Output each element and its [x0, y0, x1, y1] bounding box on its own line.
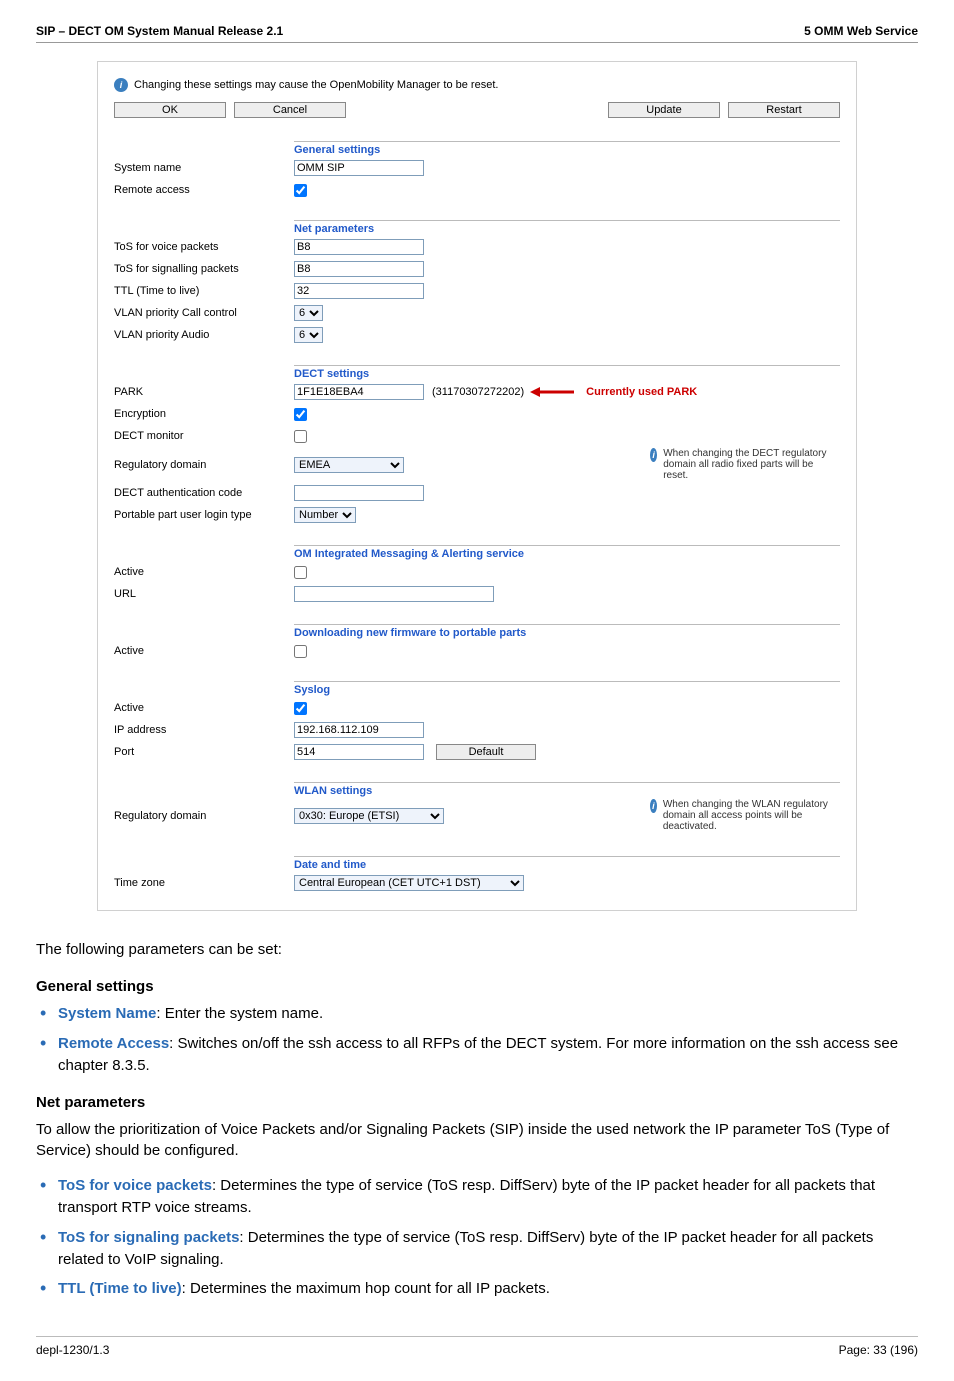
park-label: PARK [114, 386, 294, 398]
system-name-input[interactable] [294, 160, 424, 176]
park-readout: (31170307272202) [432, 386, 524, 398]
om-active-checkbox[interactable] [294, 566, 307, 579]
arrow-icon [530, 386, 574, 398]
om-url-input[interactable] [294, 586, 494, 602]
timezone-label: Time zone [114, 877, 294, 889]
header-right: 5 OMM Web Service [804, 24, 918, 38]
tos-sig-label: ToS for signalling packets [114, 263, 294, 275]
om-url-label: URL [114, 588, 294, 600]
park-input[interactable] [294, 384, 424, 400]
syslog-ip-label: IP address [114, 724, 294, 736]
fw-active-checkbox[interactable] [294, 645, 307, 658]
ttl-input[interactable] [294, 283, 424, 299]
header-left: SIP – DECT OM System Manual Release 2.1 [36, 24, 283, 38]
update-button[interactable]: Update [608, 102, 720, 118]
section-syslog: Syslog [294, 681, 840, 696]
vlan-call-label: VLAN priority Call control [114, 307, 294, 319]
section-general: General settings [294, 141, 840, 156]
settings-screenshot: i Changing these settings may cause the … [97, 61, 857, 911]
dect-monitor-checkbox[interactable] [294, 430, 307, 443]
dect-auth-label: DECT authentication code [114, 487, 294, 499]
system-name-label: System name [114, 162, 294, 174]
dect-regdom-select[interactable]: EMEA [294, 457, 404, 473]
dect-regdom-label: Regulatory domain [114, 459, 294, 471]
park-flag: Currently used PARK [586, 386, 697, 398]
info-icon: i [114, 78, 128, 92]
ok-button[interactable]: OK [114, 102, 226, 118]
tos-voice-input[interactable] [294, 239, 424, 255]
bullet-remote-access: Remote Access: Switches on/off the ssh a… [40, 1033, 918, 1077]
vlan-audio-label: VLAN priority Audio [114, 329, 294, 341]
info-icon: i [650, 448, 657, 462]
footer-right: Page: 33 (196) [839, 1343, 918, 1357]
dect-monitor-label: DECT monitor [114, 430, 294, 442]
bullet-tos-voice: ToS for voice packets: Determines the ty… [40, 1175, 918, 1219]
ttl-label: TTL (Time to live) [114, 285, 294, 297]
section-net: Net parameters [294, 220, 840, 235]
section-firmware: Downloading new firmware to portable par… [294, 624, 840, 639]
dect-auth-input[interactable] [294, 485, 424, 501]
login-type-select[interactable]: Number [294, 507, 356, 523]
bullet-ttl: TTL (Time to live): Determines the maxim… [40, 1278, 918, 1300]
remote-access-checkbox[interactable] [294, 184, 307, 197]
vlan-call-select[interactable]: 6 [294, 305, 323, 321]
cancel-button[interactable]: Cancel [234, 102, 346, 118]
syslog-default-button[interactable]: Default [436, 744, 536, 760]
section-om-messaging: OM Integrated Messaging & Alerting servi… [294, 545, 840, 560]
bullet-system-name: System Name: Enter the system name. [40, 1003, 918, 1025]
encryption-checkbox[interactable] [294, 408, 307, 421]
restart-button[interactable]: Restart [728, 102, 840, 118]
syslog-active-checkbox[interactable] [294, 702, 307, 715]
encryption-label: Encryption [114, 408, 294, 420]
tos-voice-label: ToS for voice packets [114, 241, 294, 253]
wlan-regdom-select[interactable]: 0x30: Europe (ETSI) [294, 808, 444, 824]
syslog-port-label: Port [114, 746, 294, 758]
wlan-regdom-note: When changing the WLAN regulatory domain… [663, 799, 840, 832]
remote-access-label: Remote access [114, 184, 294, 196]
login-type-label: Portable part user login type [114, 509, 294, 521]
vlan-audio-select[interactable]: 6 [294, 327, 323, 343]
general-settings-head: General settings [36, 978, 918, 995]
wlan-regdom-label: Regulatory domain [114, 810, 294, 822]
timezone-select[interactable]: Central European (CET UTC+1 DST) [294, 875, 524, 891]
info-text: Changing these settings may cause the Op… [134, 79, 498, 91]
info-icon: i [650, 799, 657, 813]
intro-text: The following parameters can be set: [36, 939, 918, 960]
syslog-port-input[interactable] [294, 744, 424, 760]
section-dect: DECT settings [294, 365, 840, 380]
net-parameters-para: To allow the prioritization of Voice Pac… [36, 1119, 918, 1161]
section-datetime: Date and time [294, 856, 840, 871]
section-wlan: WLAN settings [294, 782, 840, 797]
syslog-active-label: Active [114, 702, 294, 714]
net-parameters-head: Net parameters [36, 1094, 918, 1111]
om-active-label: Active [114, 566, 294, 578]
bullet-tos-signaling: ToS for signaling packets: Determines th… [40, 1227, 918, 1271]
syslog-ip-input[interactable] [294, 722, 424, 738]
fw-active-label: Active [114, 645, 294, 657]
dect-regdom-note: When changing the DECT regulatory domain… [663, 448, 840, 481]
tos-sig-input[interactable] [294, 261, 424, 277]
footer-left: depl-1230/1.3 [36, 1343, 109, 1357]
